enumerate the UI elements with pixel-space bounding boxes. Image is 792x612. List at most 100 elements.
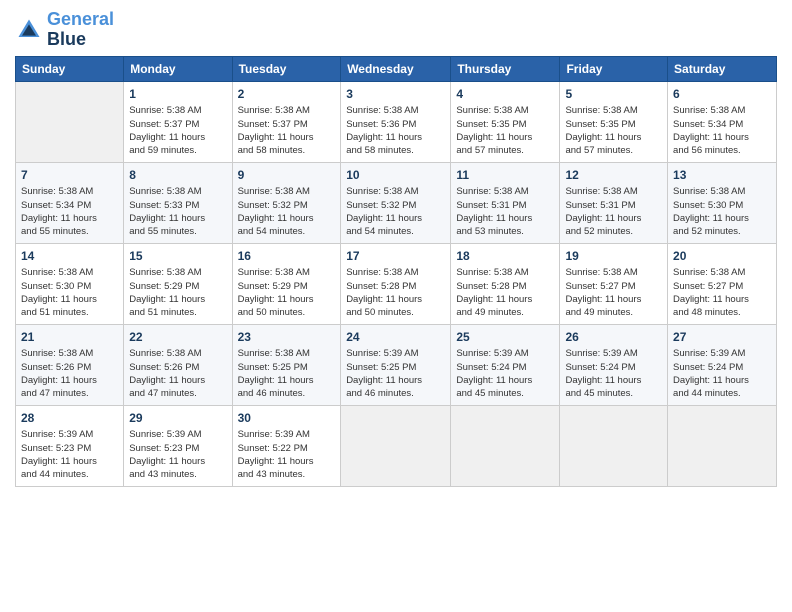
day-cell: 17 Sunrise: 5:38 AM Sunset: 5:28 PM Dayligh…	[341, 243, 451, 324]
day-info-line: Daylight: 11 hours	[21, 375, 97, 386]
day-info-line: and 45 minutes.	[456, 388, 524, 399]
day-cell: 14Sunrise: 5:38 AMSunset: 5:30 PMDayligh…	[16, 243, 124, 324]
column-header-wednesday: Wednesday	[341, 56, 451, 81]
day-info-line: Daylight: 11 hours	[238, 132, 314, 143]
day-number: 7	[21, 167, 118, 184]
day-info-line: Sunrise: 5:38 AM	[346, 105, 418, 116]
day-cell: 7Sunrise: 5:38 AMSunset: 5:34 PMDaylight…	[16, 162, 124, 243]
week-row-5: 28Sunrise: 5:39 AMSunset: 5:23 PMDayligh…	[16, 405, 777, 486]
day-info-line: Sunrise: 5:38 AM	[673, 267, 745, 278]
day-cell	[560, 405, 668, 486]
day-info-line: and 43 minutes.	[238, 469, 306, 480]
day-info-line: Daylight: 11 hours	[346, 132, 422, 143]
day-info-line: Daylight: 11 hours	[21, 456, 97, 467]
column-header-friday: Friday	[560, 56, 668, 81]
logo-text: General Blue	[47, 10, 114, 50]
day-info-line: and 59 minutes.	[129, 145, 197, 156]
day-cell: 16Sunrise: 5:38 AMSunset: 5:29 PMDayligh…	[232, 243, 341, 324]
day-info-line: Sunset: 5:26 PM	[21, 362, 91, 373]
day-info-line: and 57 minutes.	[565, 145, 633, 156]
day-cell: 29Sunrise: 5:39 AMSunset: 5:23 PMDayligh…	[124, 405, 232, 486]
day-info-line: Sunset: 5:23 PM	[129, 443, 199, 454]
day-cell: 6Sunrise: 5:38 AMSunset: 5:34 PMDaylight…	[668, 81, 777, 162]
day-info-line: and 55 minutes.	[129, 226, 197, 237]
day-number: 9	[238, 167, 336, 184]
day-info-line: Daylight: 11 hours	[456, 213, 532, 224]
day-info-line: Sunset: 5:35 PM	[565, 119, 635, 130]
day-info-line: Sunset: 5:37 PM	[238, 119, 308, 130]
day-info-line: Sunset: 5:25 PM	[346, 362, 416, 373]
day-info-line: and 44 minutes.	[21, 469, 89, 480]
day-info-line: Sunrise: 5:38 AM	[346, 267, 418, 278]
logo-icon	[15, 16, 43, 44]
day-info-line: Sunrise: 5:38 AM	[673, 105, 745, 116]
day-info-line: and 52 minutes.	[673, 226, 741, 237]
week-row-2: 7Sunrise: 5:38 AMSunset: 5:34 PMDaylight…	[16, 162, 777, 243]
day-info-line: Sunset: 5:31 PM	[456, 200, 526, 211]
day-info-line: and 51 minutes.	[129, 307, 197, 318]
day-info-line: Sunset: 5:31 PM	[565, 200, 635, 211]
day-number: 14	[21, 248, 118, 265]
day-info-line: and 57 minutes.	[456, 145, 524, 156]
day-cell: 26Sunrise: 5:39 AMSunset: 5:24 PMDayligh…	[560, 324, 668, 405]
day-info-line: and 51 minutes.	[21, 307, 89, 318]
day-info-line: Daylight: 11 hours	[21, 294, 97, 305]
day-info-line: Daylight: 11 hours	[346, 294, 422, 305]
day-info-line: Sunrise: 5:38 AM	[456, 267, 528, 278]
day-cell: 9Sunrise: 5:38 AMSunset: 5:32 PMDaylight…	[232, 162, 341, 243]
day-info-line: Daylight: 11 hours	[565, 132, 641, 143]
day-info-line: Daylight: 11 hours	[238, 456, 314, 467]
day-info-line: Daylight: 11 hours	[673, 375, 749, 386]
column-header-sunday: Sunday	[16, 56, 124, 81]
day-cell: 3Sunrise: 5:38 AMSunset: 5:36 PMDaylight…	[341, 81, 451, 162]
day-number: 2	[238, 86, 336, 103]
calendar-header-row: SundayMondayTuesdayWednesdayThursdayFrid…	[16, 56, 777, 81]
day-cell	[341, 405, 451, 486]
day-info-line: and 50 minutes.	[346, 307, 414, 318]
day-info-line: Daylight: 11 hours	[346, 213, 422, 224]
day-number: 25	[456, 329, 554, 346]
day-number: 13	[673, 167, 771, 184]
day-number: 1	[129, 86, 226, 103]
day-number: 17	[346, 248, 445, 265]
day-number: 30	[238, 410, 336, 427]
day-info-line: and 54 minutes.	[346, 226, 414, 237]
day-info-line: Sunset: 5:29 PM	[129, 281, 199, 292]
day-info-line: Sunrise: 5:38 AM	[21, 186, 93, 197]
day-info-line: and 46 minutes.	[346, 388, 414, 399]
day-info-line: and 47 minutes.	[21, 388, 89, 399]
day-cell: 5Sunrise: 5:38 AMSunset: 5:35 PMDaylight…	[560, 81, 668, 162]
main-container: General Blue SundayMondayTuesdayWednesda…	[0, 0, 792, 497]
day-info-line: Sunrise: 5:38 AM	[129, 267, 201, 278]
day-cell: 19Sunrise: 5:38 AMSunset: 5:27 PMDayligh…	[560, 243, 668, 324]
day-info-line: Sunset: 5:35 PM	[456, 119, 526, 130]
day-number: 24	[346, 329, 445, 346]
day-number: 4	[456, 86, 554, 103]
day-info-line: Sunset: 5:28 PM	[346, 281, 416, 292]
day-info-line: Sunset: 5:32 PM	[346, 200, 416, 211]
day-number: 22	[129, 329, 226, 346]
day-cell: 18Sunrise: 5:38 AMSunset: 5:28 PMDayligh…	[451, 243, 560, 324]
day-info-line: Sunset: 5:26 PM	[129, 362, 199, 373]
day-info-line: Sunrise: 5:39 AM	[21, 429, 93, 440]
day-cell: 2Sunrise: 5:38 AMSunset: 5:37 PMDaylight…	[232, 81, 341, 162]
day-info-line: Daylight: 11 hours	[565, 375, 641, 386]
day-info-line: Sunrise: 5:38 AM	[129, 348, 201, 359]
day-info-line: Sunset: 5:28 PM	[456, 281, 526, 292]
day-info-line: Daylight: 11 hours	[129, 132, 205, 143]
day-cell: 21Sunrise: 5:38 AMSunset: 5:26 PMDayligh…	[16, 324, 124, 405]
day-info-line: Sunset: 5:29 PM	[238, 281, 308, 292]
day-info-line: Sunrise: 5:38 AM	[129, 186, 201, 197]
day-cell: 25Sunrise: 5:39 AMSunset: 5:24 PMDayligh…	[451, 324, 560, 405]
day-info-line: Sunset: 5:37 PM	[129, 119, 199, 130]
day-number: 8	[129, 167, 226, 184]
day-cell: 12Sunrise: 5:38 AMSunset: 5:31 PMDayligh…	[560, 162, 668, 243]
day-number: 21	[21, 329, 118, 346]
day-info-line: Sunrise: 5:38 AM	[565, 105, 637, 116]
day-number: 20	[673, 248, 771, 265]
day-info-line: Daylight: 11 hours	[673, 213, 749, 224]
day-info-line: and 43 minutes.	[129, 469, 197, 480]
day-info-line: Sunrise: 5:39 AM	[673, 348, 745, 359]
day-info-line: Sunrise: 5:39 AM	[565, 348, 637, 359]
day-cell	[16, 81, 124, 162]
